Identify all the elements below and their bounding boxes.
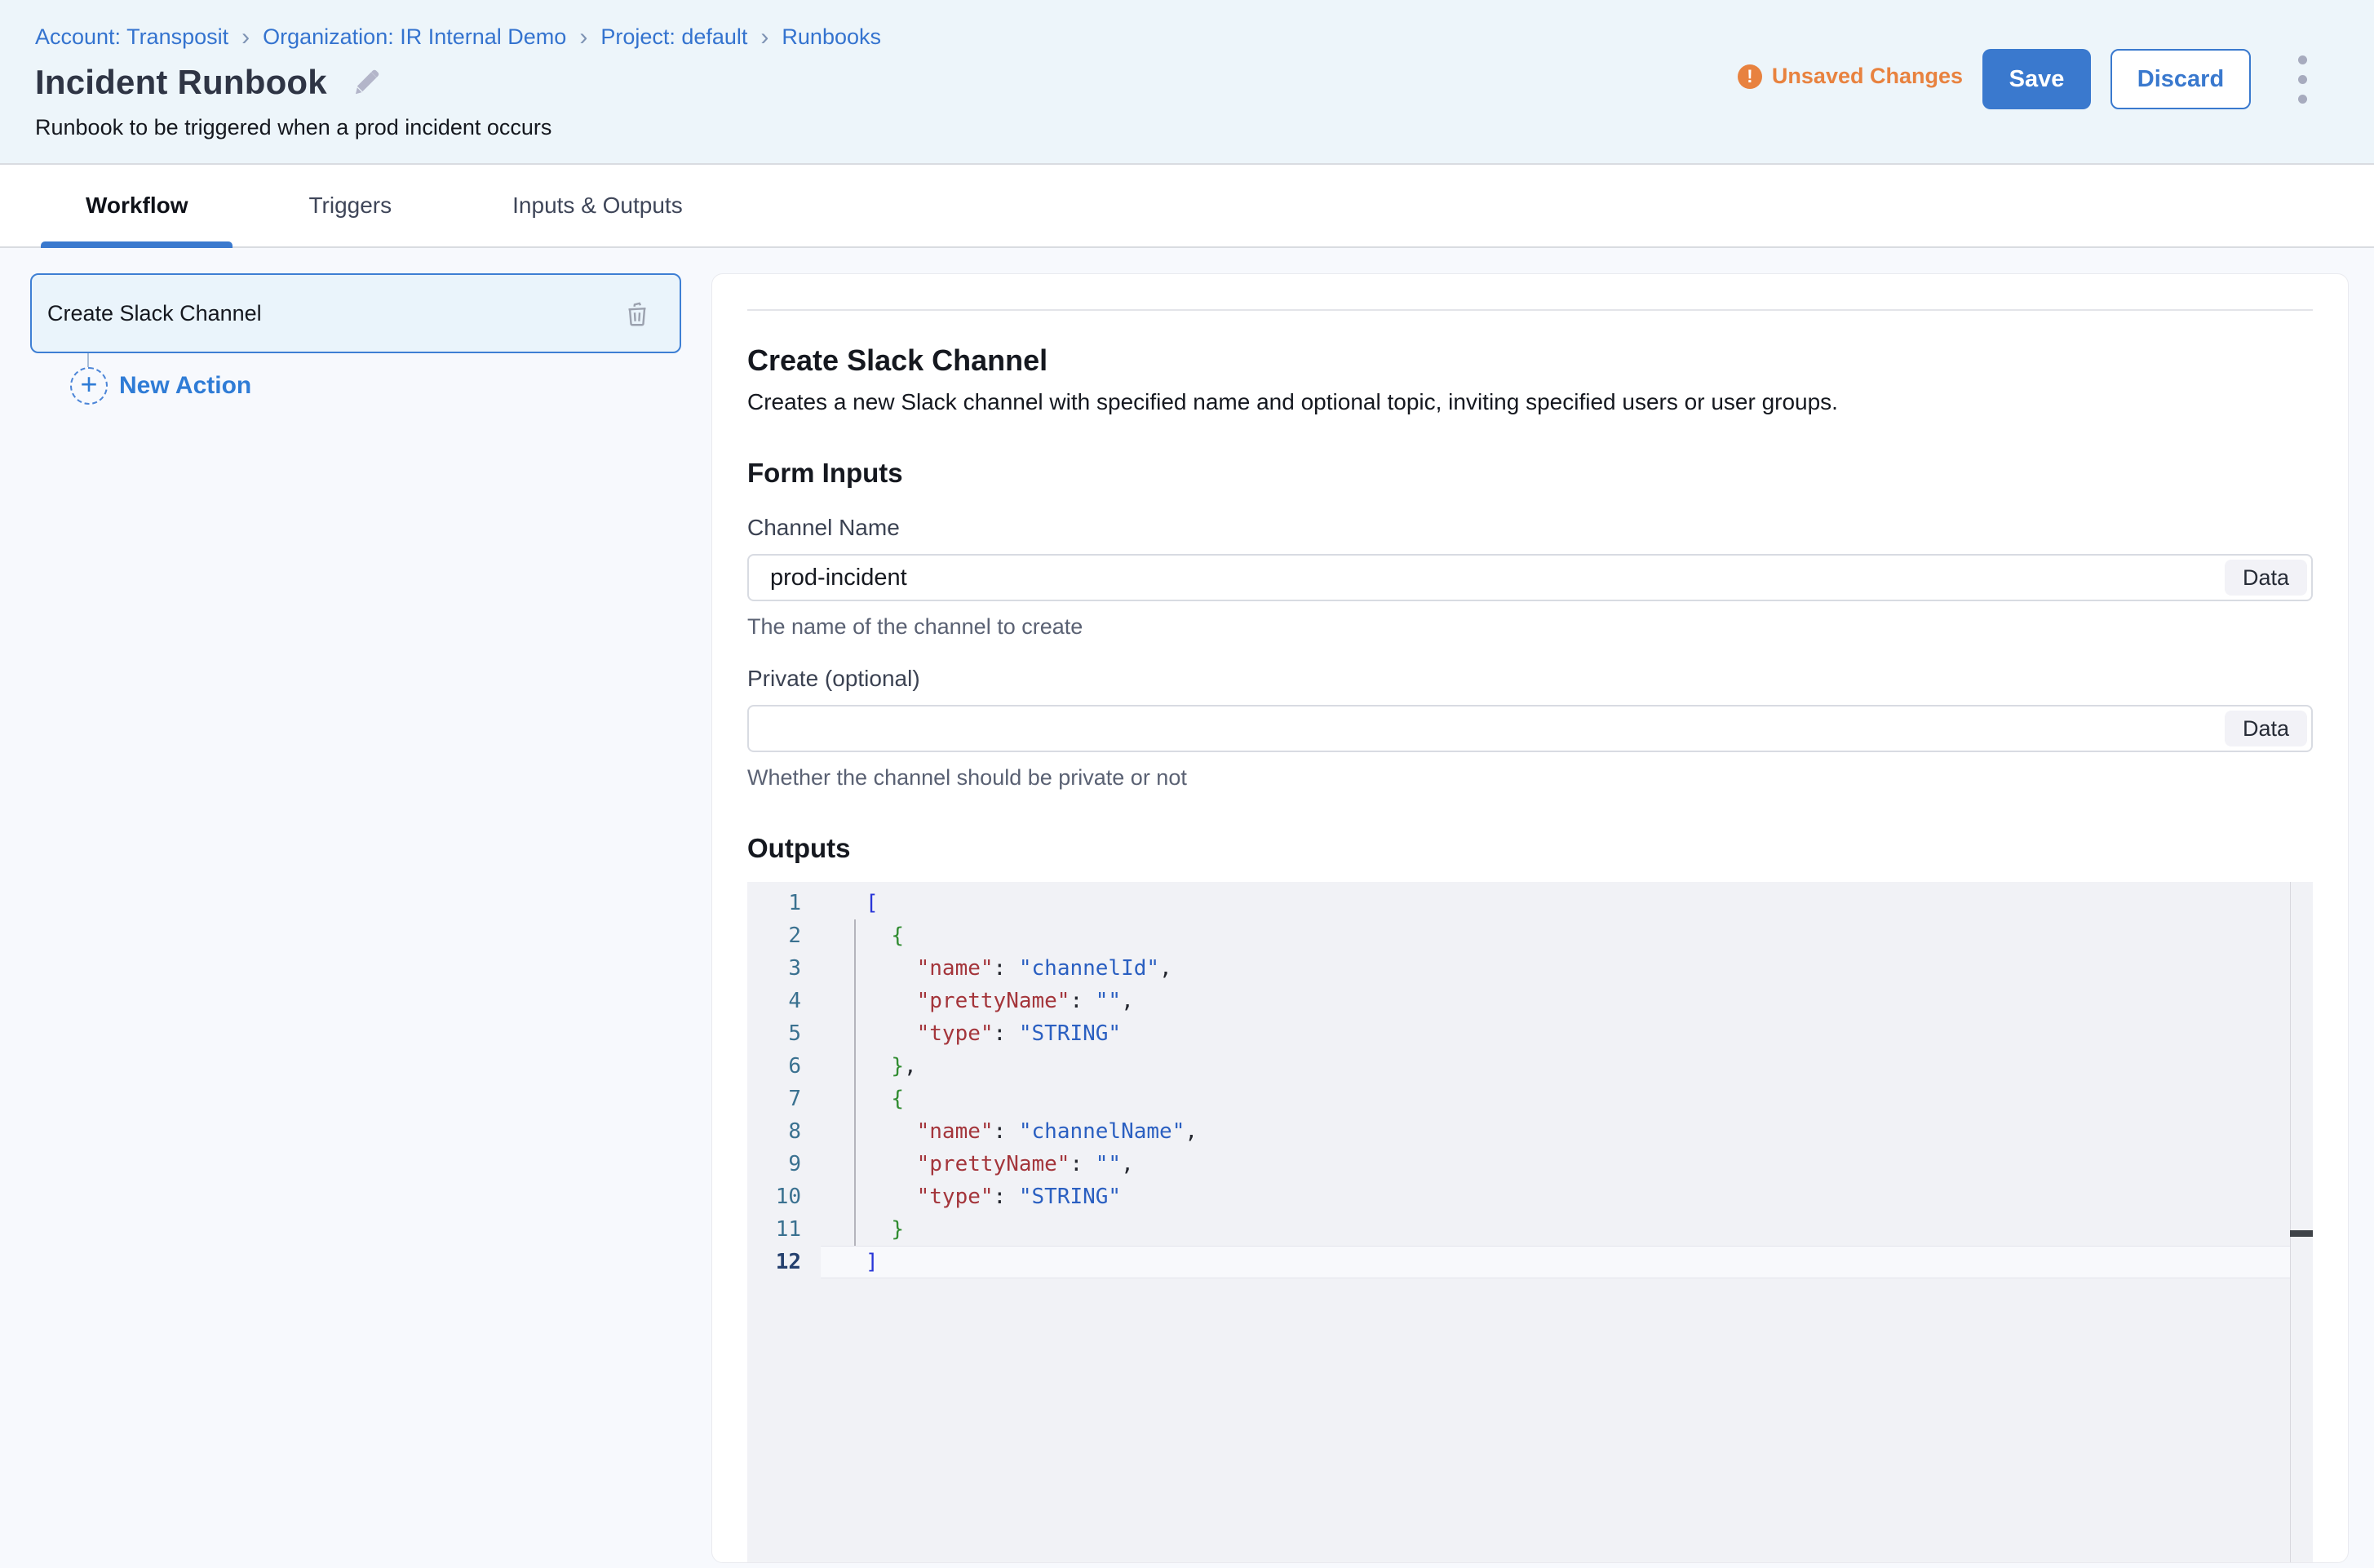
line-number: 8 <box>747 1115 821 1148</box>
code-line-4: "prettyName": "", <box>866 985 2290 1017</box>
outputs-heading: Outputs <box>747 833 2313 864</box>
code-line-3: "name": "channelId", <box>866 952 2290 985</box>
detail-top-divider <box>747 309 2313 311</box>
code-line-1: [ <box>866 887 2290 919</box>
editor-scrollbar-thumb[interactable] <box>2290 1230 2313 1237</box>
action-detail-panel: Create Slack Channel Creates a new Slack… <box>711 273 2349 1563</box>
private-input[interactable] <box>747 705 2313 752</box>
code-line-10: "type": "STRING" <box>866 1180 2290 1213</box>
code-line-5: "type": "STRING" <box>866 1017 2290 1050</box>
discard-button[interactable]: Discard <box>2110 49 2251 109</box>
line-number-gutter: 123456789101112 <box>747 882 821 1563</box>
page-header: Account: Transposit › Organization: IR Int… <box>0 0 2374 165</box>
code-line-9: "prettyName": "", <box>866 1148 2290 1180</box>
line-number: 5 <box>747 1017 821 1050</box>
indent-guide-line <box>854 919 856 1246</box>
private-label: Private (optional) <box>747 666 2313 692</box>
outputs-code-editor[interactable]: 123456789101112 [ { "name": "channelId",… <box>747 882 2313 1563</box>
unsaved-changes-label: Unsaved Changes <box>1772 64 1963 89</box>
line-number: 7 <box>747 1083 821 1115</box>
line-number: 4 <box>747 985 821 1017</box>
more-options-kebab-icon[interactable] <box>2283 49 2321 109</box>
line-number: 10 <box>747 1180 821 1213</box>
page-title: Incident Runbook <box>35 63 327 102</box>
edit-title-pencil-icon[interactable] <box>348 64 384 100</box>
workflow-connector-line <box>87 353 89 367</box>
workflow-step-create-slack-channel[interactable]: Create Slack Channel <box>30 273 681 353</box>
breadcrumb-link-organization-ir-internal-demo[interactable]: Organization: IR Internal Demo <box>263 24 566 50</box>
breadcrumb-link-account-transposit[interactable]: Account: Transposit <box>35 24 228 50</box>
breadcrumb-link-runbooks[interactable]: Runbooks <box>782 24 881 50</box>
form-inputs-heading: Form Inputs <box>747 458 2313 489</box>
breadcrumb-separator-icon: › <box>241 26 250 48</box>
tab-workflow[interactable]: Workflow <box>41 165 233 246</box>
tab-triggers[interactable]: Triggers <box>264 165 436 246</box>
breadcrumb-separator-icon: › <box>579 26 587 48</box>
line-number: 12 <box>747 1246 821 1278</box>
breadcrumb-separator-icon: › <box>760 26 768 48</box>
workflow-panel: Create Slack Channel + New Action <box>0 248 711 1568</box>
action-description: Creates a new Slack channel with specifi… <box>747 389 2313 415</box>
line-number: 11 <box>747 1213 821 1246</box>
channel-name-label: Channel Name <box>747 515 2313 541</box>
breadcrumb: Account: Transposit › Organization: IR Int… <box>35 24 881 50</box>
plus-icon: + <box>70 367 108 405</box>
code-line-11: } <box>866 1213 2290 1246</box>
content-area: Create Slack Channel + New Action Create… <box>0 248 2374 1568</box>
line-number: 6 <box>747 1050 821 1083</box>
workflow-step-label: Create Slack Channel <box>47 301 262 326</box>
delete-step-trash-icon[interactable] <box>622 297 652 330</box>
private-helper: Whether the channel should be private or… <box>747 765 2313 791</box>
code-line-8: "name": "channelName", <box>866 1115 2290 1148</box>
channel-name-data-button[interactable]: Data <box>2225 560 2307 596</box>
channel-name-helper: The name of the channel to create <box>747 614 2313 640</box>
tab-bar: Workflow Triggers Inputs & Outputs <box>0 165 2374 248</box>
new-action-button[interactable]: + New Action <box>70 367 681 405</box>
action-title: Create Slack Channel <box>747 343 2313 378</box>
editor-scrollbar[interactable] <box>2290 882 2313 1563</box>
code-line-12: ] <box>866 1246 2290 1278</box>
page-subtitle: Runbook to be triggered when a prod inci… <box>35 115 881 140</box>
code-line-6: }, <box>866 1050 2290 1083</box>
breadcrumb-link-project-default[interactable]: Project: default <box>600 24 747 50</box>
warning-icon: ! <box>1738 64 1762 89</box>
save-button[interactable]: Save <box>1982 49 2091 109</box>
unsaved-changes-badge: ! Unsaved Changes <box>1738 64 1963 89</box>
line-number: 9 <box>747 1148 821 1180</box>
line-number: 3 <box>747 952 821 985</box>
line-number: 2 <box>747 919 821 952</box>
line-number: 1 <box>747 887 821 919</box>
code-line-2: { <box>866 919 2290 952</box>
private-data-button[interactable]: Data <box>2225 711 2307 746</box>
channel-name-input[interactable] <box>747 554 2313 601</box>
new-action-label: New Action <box>119 372 251 400</box>
code-line-7: { <box>866 1083 2290 1115</box>
tab-inputs-outputs[interactable]: Inputs & Outputs <box>467 165 728 246</box>
